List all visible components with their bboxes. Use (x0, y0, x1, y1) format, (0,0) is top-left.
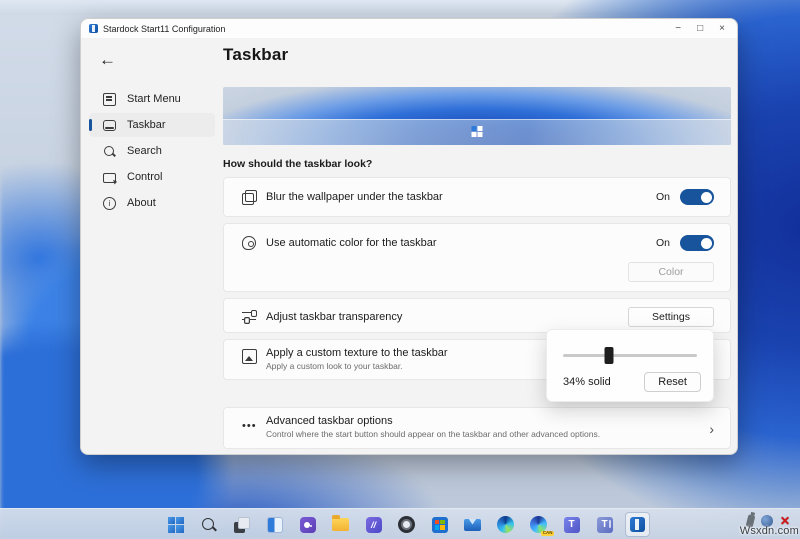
blur-icon (242, 189, 257, 205)
start11-configuration-window: Stardock Start11 Configuration − □ × ← T… (80, 18, 738, 455)
auto-color-toggle[interactable] (680, 235, 714, 251)
mail-icon[interactable] (460, 512, 485, 537)
transparency-slider-thumb[interactable] (604, 347, 614, 364)
start11-taskbar-icon[interactable] (625, 512, 650, 537)
window-title: Stardock Start11 Configuration (103, 23, 226, 34)
widgets-icon[interactable] (262, 512, 287, 537)
info-icon: i (103, 196, 116, 210)
section-heading: How should the taskbar look? (223, 158, 373, 170)
transparency-settings-button[interactable]: Settings (628, 306, 714, 327)
sidebar: Start Menu Taskbar Search Control i Abou… (81, 85, 223, 217)
sidebar-item-label: About (127, 197, 156, 209)
windows-start-icon[interactable] (163, 512, 188, 537)
setting-row-transparency: Adjust taskbar transparency Settings (223, 298, 731, 333)
reset-button[interactable]: Reset (644, 372, 701, 392)
setting-label: Advanced taskbar options (266, 415, 393, 427)
os-taskbar: // CAN T T ✕ (0, 508, 800, 539)
preview-taskbar-band (223, 119, 731, 145)
sidebar-item-label: Search (127, 145, 162, 157)
sidebar-item-label: Taskbar (127, 119, 166, 131)
toggle-state-label: On (655, 237, 670, 249)
close-button[interactable]: × (719, 23, 725, 34)
palette-icon (242, 236, 256, 250)
start11-app-icon (89, 24, 98, 33)
setting-row-blur: Blur the wallpaper under the taskbar On (223, 177, 731, 217)
back-button[interactable]: ← (99, 50, 116, 70)
color-button[interactable]: Color (628, 262, 714, 282)
ellipsis-icon: ••• (242, 420, 257, 432)
setting-row-auto-color: Use automatic color for the taskbar On C… (223, 223, 731, 292)
transparency-popup: 34% solid Reset (546, 329, 714, 402)
setting-label: Blur the wallpaper under the taskbar (266, 191, 443, 203)
taskbar-preview-image (223, 87, 731, 145)
image-icon (242, 349, 257, 364)
sidebar-item-start-menu[interactable]: Start Menu (89, 87, 215, 111)
setting-label: Use automatic color for the taskbar (266, 237, 437, 249)
setting-description: Control where the start button should ap… (266, 429, 601, 439)
edge-canary-icon[interactable]: CAN (526, 512, 554, 537)
setting-label: Adjust taskbar transparency (266, 310, 403, 323)
search-icon (103, 145, 116, 158)
sidebar-item-search[interactable]: Search (89, 139, 215, 163)
title-bar[interactable]: Stardock Start11 Configuration − □ × (81, 19, 737, 38)
sliders-icon (242, 309, 257, 324)
teams-icon[interactable]: T (559, 512, 584, 537)
transparency-value-label: 34% solid (563, 376, 611, 388)
start-menu-icon (103, 92, 116, 106)
sidebar-item-about[interactable]: i About (89, 191, 215, 215)
search-icon[interactable] (196, 512, 221, 537)
task-view-icon[interactable] (229, 512, 254, 537)
sidebar-item-label: Start Menu (127, 93, 181, 105)
control-icon (103, 172, 116, 183)
sidebar-item-taskbar[interactable]: Taskbar (89, 113, 215, 137)
preview-start-button-icon (471, 126, 483, 137)
minimize-button[interactable]: − (675, 23, 681, 34)
sidebar-item-control[interactable]: Control (89, 165, 215, 189)
toggle-state-label: On (655, 191, 670, 203)
maximize-button[interactable]: □ (697, 23, 703, 34)
setting-row-advanced[interactable]: ••• Advanced taskbar options Control whe… (223, 407, 731, 449)
page-title: Taskbar (223, 45, 289, 64)
camera-app-icon[interactable] (394, 512, 419, 537)
teams-alt-icon[interactable]: T (592, 512, 617, 537)
chevron-right-icon[interactable]: › (709, 421, 716, 437)
sidebar-item-label: Control (127, 171, 163, 183)
transparency-slider-track[interactable] (563, 347, 697, 364)
watermark: Wsxdn.com (739, 525, 799, 537)
microsoft-store-icon[interactable] (427, 512, 452, 537)
chat-icon[interactable] (295, 512, 320, 537)
file-explorer-icon[interactable] (328, 512, 353, 537)
blur-toggle[interactable] (680, 189, 714, 205)
edge-icon[interactable] (493, 512, 518, 537)
movies-tv-icon[interactable]: // (361, 512, 386, 537)
taskbar-icon (103, 120, 116, 131)
